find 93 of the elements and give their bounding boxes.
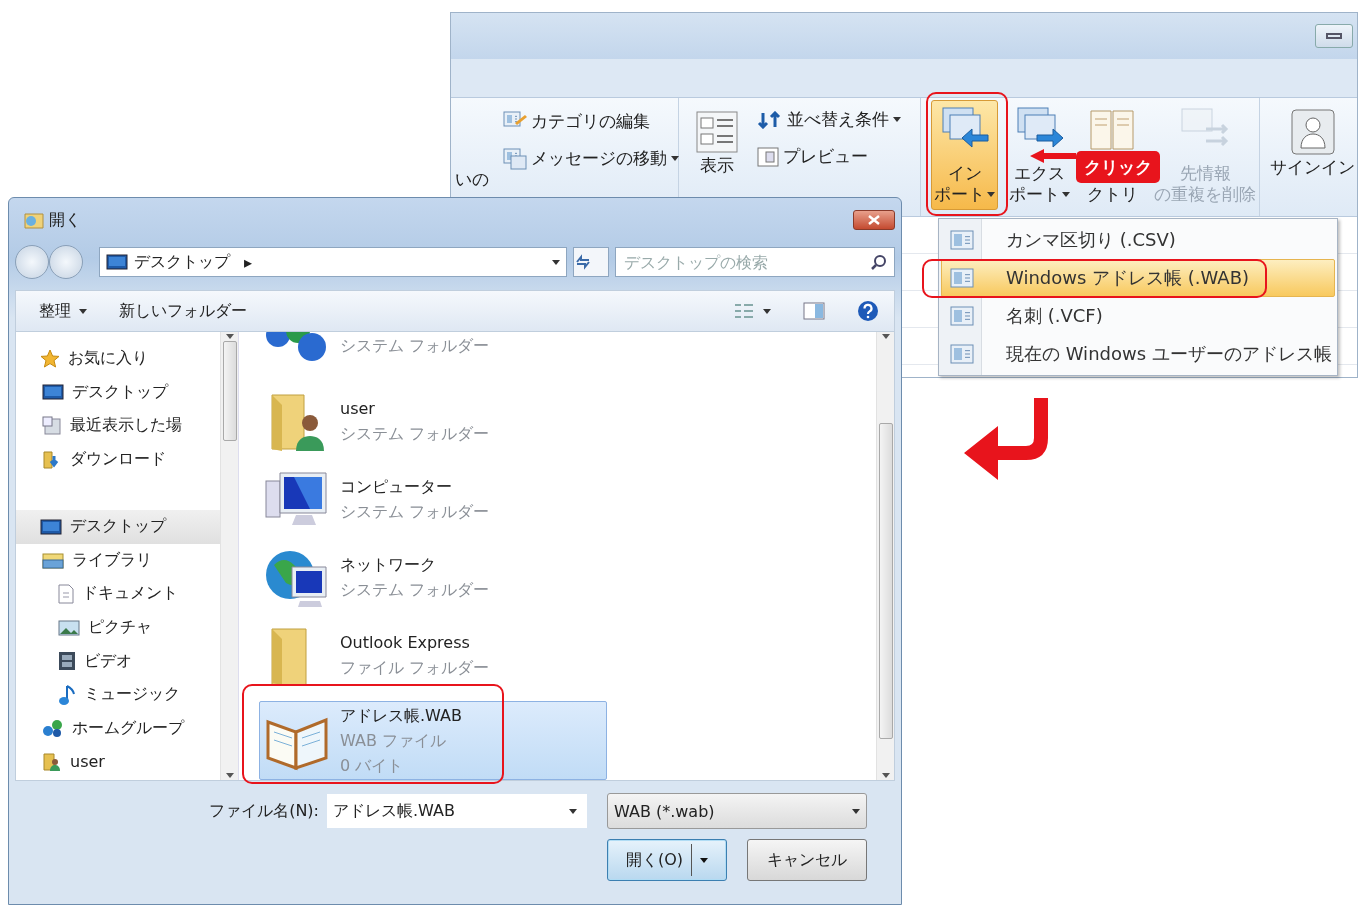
caret-icon: [987, 191, 995, 197]
menu-item[interactable]: 現在の Windows ユーザーのアドレス帳: [941, 335, 1335, 373]
caret-icon: [79, 308, 87, 314]
preview-pane-icon: [803, 302, 825, 320]
window-title: 開く: [49, 209, 82, 231]
homegroup-icon: [42, 718, 64, 739]
refresh-button[interactable]: [573, 247, 609, 277]
search-icon: [871, 254, 887, 270]
contact-card-icon: [950, 230, 974, 250]
callout-arrow: [1030, 149, 1076, 163]
file-item[interactable]: アドレス帳.WAB WAB ファイル 0 バイト: [259, 700, 607, 780]
caret-icon: [671, 156, 679, 161]
nav-item[interactable]: 最近表示した場: [16, 409, 220, 443]
file-name-label: ファイル名(N):: [209, 800, 319, 822]
file-item[interactable]: Outlook Express ファイル フォルダー: [259, 622, 607, 688]
ribbon-button[interactable]: プレビュー: [755, 143, 903, 170]
preview-pane-icon: [757, 146, 779, 167]
person-icon: [1289, 108, 1336, 156]
menu-item[interactable]: 名刺 (.VCF): [941, 297, 1335, 335]
nav-item[interactable]: ドキュメント: [16, 577, 220, 611]
refresh-icon: [574, 254, 592, 270]
message-cards-icon: [503, 147, 527, 170]
file-item[interactable]: ネットワーク システム フォルダー: [259, 544, 607, 610]
nav-item[interactable]: お気に入り: [16, 342, 220, 376]
file-item[interactable]: user システム フォルダー: [259, 388, 607, 454]
file-type-dropdown[interactable]: WAB (*.wab): [607, 793, 867, 829]
ribbon-large-button[interactable]: イン ポート: [931, 100, 998, 210]
user-folder-icon: [42, 751, 62, 772]
sort-arrows-icon: [757, 110, 783, 129]
sign-in-button[interactable]: サインイン: [1268, 104, 1357, 216]
monitor-icon: [40, 518, 62, 535]
nav-item[interactable]: ダウンロード: [16, 442, 220, 477]
restore-button[interactable]: [1315, 24, 1353, 48]
scrollbar-thumb[interactable]: [222, 341, 237, 441]
monitor-icon: [42, 384, 64, 401]
caret-icon: [225, 334, 234, 339]
file-item[interactable]: コンピューター システム フォルダー: [259, 466, 607, 532]
organize-button[interactable]: 整理: [36, 297, 90, 325]
folder-icon: [23, 210, 45, 230]
caret-icon: [1062, 191, 1070, 197]
close-icon: [868, 215, 880, 225]
nav-item[interactable]: ホームグループ: [16, 711, 220, 746]
caret-icon: [569, 809, 577, 814]
nav-item[interactable]: ビデオ: [16, 644, 220, 678]
caret-icon: [552, 259, 560, 265]
menu-item[interactable]: Windows アドレス帳 (.WAB): [941, 259, 1335, 297]
nav-item[interactable]: デスクトップ: [16, 375, 220, 410]
preview-pane-button[interactable]: [800, 299, 828, 323]
open-button[interactable]: 開く(O): [607, 839, 727, 881]
ribbon-button[interactable]: メッセージの移動: [501, 145, 681, 172]
back-button[interactable]: [15, 245, 49, 279]
view-button[interactable]: 表示: [693, 106, 741, 181]
caret-icon: [763, 308, 771, 314]
new-folder-button[interactable]: 新しいフォルダー: [116, 297, 250, 325]
ribbon-label: いの: [455, 168, 489, 191]
nav-item[interactable]: ミュージック: [16, 677, 220, 712]
caret-icon: [225, 773, 234, 778]
menu-item[interactable]: カンマ区切り (.CSV): [941, 221, 1335, 259]
address-bar[interactable]: デスクトップ ▸: [99, 247, 567, 277]
scrollbar[interactable]: [220, 332, 238, 780]
caret-icon: [893, 117, 901, 122]
forward-button[interactable]: [49, 245, 83, 279]
view-layout-icon: [695, 110, 739, 154]
document-icon: [58, 583, 74, 604]
help-icon: [857, 300, 879, 322]
nav-item[interactable]: ライブラリ: [16, 543, 220, 578]
monitor-icon: [106, 254, 128, 270]
contact-card-icon: [950, 306, 974, 326]
nav-item[interactable]: ピクチャ: [16, 610, 220, 645]
ribbon-button[interactable]: 並べ替え条件: [755, 106, 903, 133]
scrollbar[interactable]: [876, 332, 894, 780]
cancel-button[interactable]: キャンセル: [747, 839, 867, 881]
library-icon: [42, 551, 64, 570]
file-name-field[interactable]: アドレス帳.WAB: [327, 794, 587, 828]
scrollbar-thumb[interactable]: [878, 423, 893, 739]
picture-icon: [58, 619, 80, 636]
close-button[interactable]: [853, 210, 895, 230]
caret-icon: [881, 334, 890, 339]
callout-label: クリック: [1076, 151, 1160, 183]
contact-card-icon: [950, 344, 974, 364]
caret-icon: [881, 773, 890, 778]
contact-card-icon: [950, 268, 974, 288]
ribbon-button[interactable]: カテゴリの編集: [501, 108, 681, 135]
caret-icon: [700, 857, 709, 863]
recent-places-icon: [42, 416, 62, 436]
search-field[interactable]: デスクトップの検索: [615, 247, 895, 277]
view-list-icon: [733, 302, 755, 320]
star-icon: [40, 348, 60, 369]
nav-item[interactable]: user: [16, 745, 220, 779]
nav-item[interactable]: デスクトップ: [16, 509, 220, 544]
music-note-icon: [58, 683, 76, 706]
caret-icon: [852, 808, 860, 814]
film-icon: [58, 651, 76, 672]
